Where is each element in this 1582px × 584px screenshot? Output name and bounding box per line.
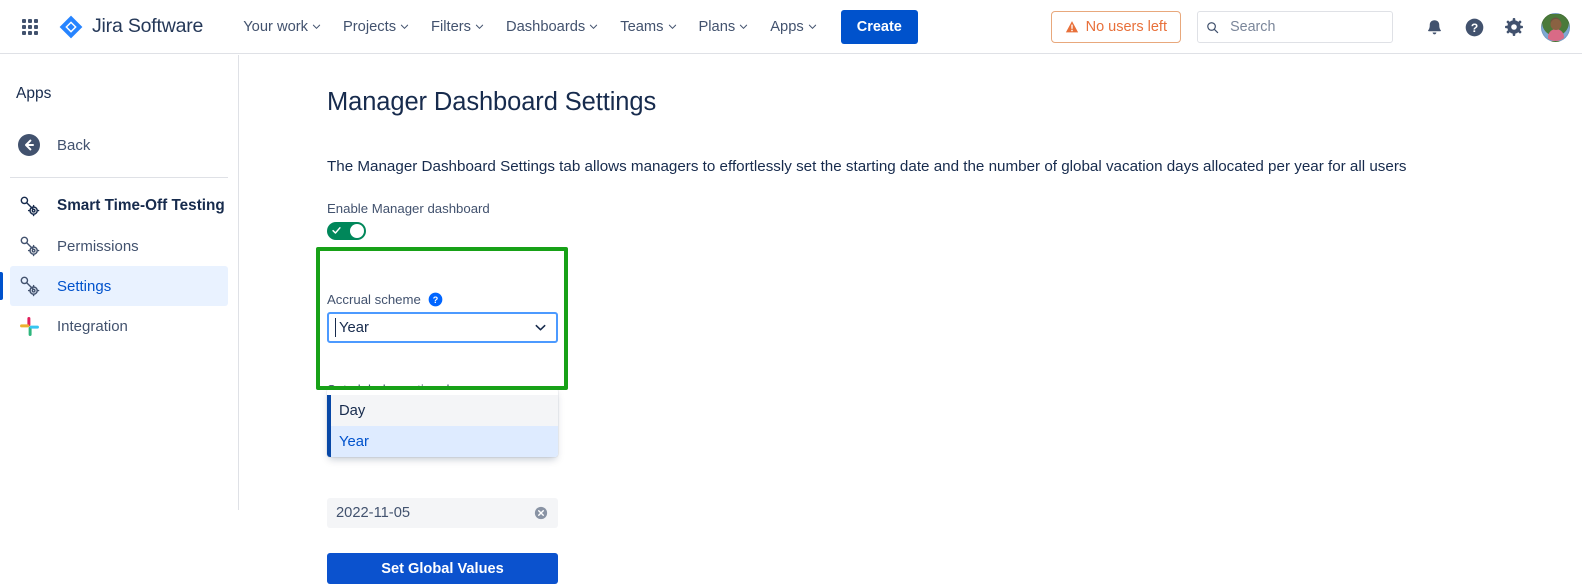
nav-item-label: Plans	[699, 19, 736, 35]
chevron-down-icon	[475, 22, 484, 31]
sidebar-divider	[10, 177, 228, 178]
settings-form: Enable Manager dashboard Accrual scheme …	[327, 201, 1582, 584]
svg-text:?: ?	[1470, 21, 1477, 35]
search-input[interactable]	[1228, 18, 1384, 36]
warning-triangle-icon	[1065, 20, 1079, 34]
check-icon	[332, 226, 341, 235]
sidebar-title: Apps	[0, 55, 238, 103]
wrench-gear-icon	[16, 193, 42, 219]
no-users-left-badge[interactable]: No users left	[1051, 11, 1181, 43]
dropdown-active-rail	[327, 395, 331, 457]
accrual-scheme-value: Year	[337, 320, 369, 336]
sidebar-back-label: Back	[57, 137, 90, 154]
create-button[interactable]: Create	[841, 10, 918, 44]
svg-text:?: ?	[433, 295, 439, 305]
nav-item-label: Your work	[243, 19, 308, 35]
brand-name: Jira Software	[92, 15, 203, 38]
nav-item-projects[interactable]: Projects	[332, 12, 420, 42]
sidebar-item-settings[interactable]: Settings	[10, 266, 228, 306]
enable-manager-dashboard-label: Enable Manager dashboard	[327, 201, 1582, 216]
help-button[interactable]: ?	[1457, 10, 1491, 44]
jira-brand-link[interactable]: Jira Software	[58, 14, 203, 40]
chevron-down-icon	[808, 22, 817, 31]
page-description: The Manager Dashboard Settings tab allow…	[327, 158, 1582, 175]
sidebar-back-button[interactable]: Back	[10, 125, 228, 165]
jira-diamond-logo	[58, 14, 84, 40]
nav-item-teams[interactable]: Teams	[609, 12, 687, 42]
enable-manager-dashboard-toggle[interactable]	[327, 222, 366, 240]
toggle-knob	[350, 224, 364, 238]
accrual-scheme-label-row: Accrual scheme ?	[327, 292, 1582, 307]
sidebar-item-label: Integration	[57, 318, 128, 335]
nav-right-cluster: No users left ?	[1051, 0, 1570, 54]
nav-item-label: Apps	[770, 19, 803, 35]
nav-item-label: Dashboards	[506, 19, 585, 35]
nav-item-apps[interactable]: Apps	[759, 12, 827, 42]
page-title: Manager Dashboard Settings	[327, 88, 1582, 117]
sidebar-item-permissions[interactable]: Permissions	[10, 226, 228, 266]
sidebar-item-label: Settings	[57, 278, 111, 295]
settings-button[interactable]	[1497, 10, 1531, 44]
accrual-scheme-field: Accrual scheme ? Year Set global vacatio…	[327, 292, 1582, 343]
nav-item-filters[interactable]: Filters	[420, 12, 495, 42]
help-circle-icon: ?	[1464, 17, 1485, 38]
chevron-down-icon	[668, 22, 677, 31]
nav-item-dashboards[interactable]: Dashboards	[495, 12, 609, 42]
accrual-scheme-dropdown: Day Year	[327, 388, 558, 457]
top-navigation-bar: Jira Software Your work Projects Filters…	[0, 0, 1582, 54]
wrench-gear-icon	[16, 273, 42, 299]
search-box[interactable]	[1197, 11, 1393, 43]
chevron-down-icon	[589, 22, 598, 31]
nav-item-label: Projects	[343, 19, 396, 35]
sidebar-item-smart-time-off-testing[interactable]: Smart Time-Off Testing	[10, 186, 228, 226]
start-date-value: 2022-11-05	[336, 505, 410, 521]
main-content: Manager Dashboard Settings The Manager D…	[240, 55, 1582, 510]
app-switcher-button[interactable]	[14, 11, 46, 43]
chevron-down-icon	[312, 22, 321, 31]
nav-item-label: Teams	[620, 19, 663, 35]
arrow-left-circle-icon	[16, 132, 42, 158]
dropdown-option-year[interactable]: Year	[327, 426, 558, 457]
sidebar-item-label: Permissions	[57, 238, 139, 255]
wrench-gear-icon	[16, 233, 42, 259]
notification-bell-icon	[1425, 18, 1444, 37]
chevron-down-icon	[534, 321, 547, 334]
accrual-scheme-label: Accrual scheme	[327, 292, 421, 307]
chevron-down-icon	[739, 22, 748, 31]
nav-item-label: Filters	[431, 19, 471, 35]
dropdown-option-day[interactable]: Day	[327, 395, 558, 426]
chevron-down-icon	[400, 22, 409, 31]
apps-sidebar: Apps Back Smart Time-Off Testing	[0, 55, 239, 510]
primary-nav-items: Your work Projects Filters Dashboards Te…	[232, 10, 918, 44]
nav-item-plans[interactable]: Plans	[688, 12, 760, 42]
start-date-field[interactable]: 2022-11-05	[327, 498, 558, 528]
slack-icon	[16, 313, 42, 339]
accrual-scheme-select[interactable]: Year	[327, 312, 558, 343]
grid-apps-icon	[22, 19, 38, 35]
settings-gear-icon	[1504, 17, 1524, 37]
no-users-left-label: No users left	[1086, 19, 1167, 35]
set-global-values-button[interactable]: Set Global Values	[327, 553, 558, 584]
notifications-button[interactable]	[1417, 10, 1451, 44]
nav-item-your-work[interactable]: Your work	[232, 12, 332, 42]
help-circle-icon[interactable]: ?	[428, 292, 443, 307]
user-avatar[interactable]	[1541, 13, 1570, 42]
search-icon	[1206, 20, 1219, 35]
clear-circle-icon[interactable]	[534, 506, 548, 520]
sidebar-item-integration[interactable]: Integration	[10, 306, 228, 346]
sidebar-item-label: Smart Time-Off Testing	[57, 197, 225, 215]
